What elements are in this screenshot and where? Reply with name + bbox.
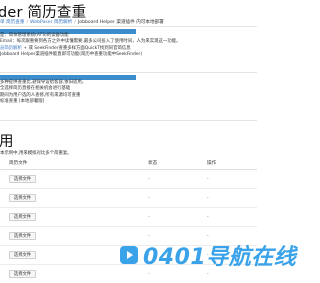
table-row: 选择文件 - - — [0, 170, 257, 189]
file-status: - — [148, 170, 207, 189]
select-file-button[interactable]: 选择文件 — [9, 194, 36, 202]
breadcrumb-separator: / — [74, 20, 76, 25]
features-list: 多种提供查重比,避保导设给客容,依旧适用。 全选择简历直接在相关机会进行基础 期… — [0, 80, 86, 106]
breadcrumb-item-dedup[interactable]: 单 简历查重 — [0, 20, 24, 25]
file-action: - — [207, 170, 257, 189]
table-row: 选择文件 - - — [0, 189, 257, 208]
features-divider — [0, 120, 257, 121]
intro-text: + 或 SeekFinder查重多样方面QuickT找到同官简信息 — [22, 46, 131, 51]
intro-text: ：每次跟重要到各方之外中读懂需要,最多公司投入了使用时间，人为来实现这一功能。 — [12, 39, 180, 44]
usage-description: 本示例中,用来模拟对比多个简重复。 — [0, 150, 72, 156]
select-file-button[interactable]: 选择文件 — [9, 175, 36, 183]
breadcrumb-separator: / — [26, 20, 28, 25]
watermark-text: 0401导航在线 — [143, 239, 296, 271]
intro-line: Jobboard Helper渠道插件能直即可功能(简历中查重功能中SeekFi… — [0, 52, 180, 58]
column-header-status: 状态 — [148, 157, 207, 170]
intro-block: 是：简体管理系统(ATS)的读备功能 Email：每次跟重要到各方之外中读懂需要… — [0, 33, 180, 59]
column-header-action: 操作 — [207, 157, 257, 170]
select-file-button[interactable]: 选择文件 — [9, 251, 36, 259]
section-bar-features — [0, 75, 136, 80]
breadcrumb: 单 简历查重/WebPaser 简历解析/Jobboard Helper 渠道插… — [0, 19, 164, 25]
select-file-button[interactable]: 选择文件 — [9, 213, 36, 221]
breadcrumb-item-webpaser[interactable]: WebPaser 简历解析 — [30, 20, 72, 25]
select-file-button[interactable]: 选择文件 — [9, 232, 36, 240]
usage-title: 用 — [0, 130, 14, 151]
intro-link-resume-parse[interactable]: 员简历解析 — [0, 46, 22, 51]
table-header-row: 简历文件 状态 操作 — [0, 157, 257, 170]
play-logo-icon — [119, 244, 139, 266]
intro-text: ：简体管理系统(ATS)的读备功能 — [4, 33, 68, 38]
intro-text: Jobboard Helper渠道插件能直即可功能(简历中查重功能中SeekFi… — [0, 52, 142, 57]
select-file-button[interactable]: 选择文件 — [9, 270, 36, 278]
table-row: 选择文件 - - — [0, 208, 257, 227]
file-action: - — [207, 208, 257, 227]
file-status: - — [148, 208, 207, 227]
watermark: 0401导航在线 — [119, 239, 296, 271]
header-divider — [0, 26, 257, 27]
intro-divider — [0, 72, 257, 73]
intro-label: Email — [0, 39, 12, 44]
file-status: - — [148, 189, 207, 208]
column-header-file: 简历文件 — [0, 157, 148, 170]
feature-item: 标准查重 [本地部署版] — [0, 99, 86, 105]
file-action: - — [207, 189, 257, 208]
breadcrumb-item-jobboard: Jobboard Helper 渠道插件 内可本地部署 — [78, 20, 164, 25]
